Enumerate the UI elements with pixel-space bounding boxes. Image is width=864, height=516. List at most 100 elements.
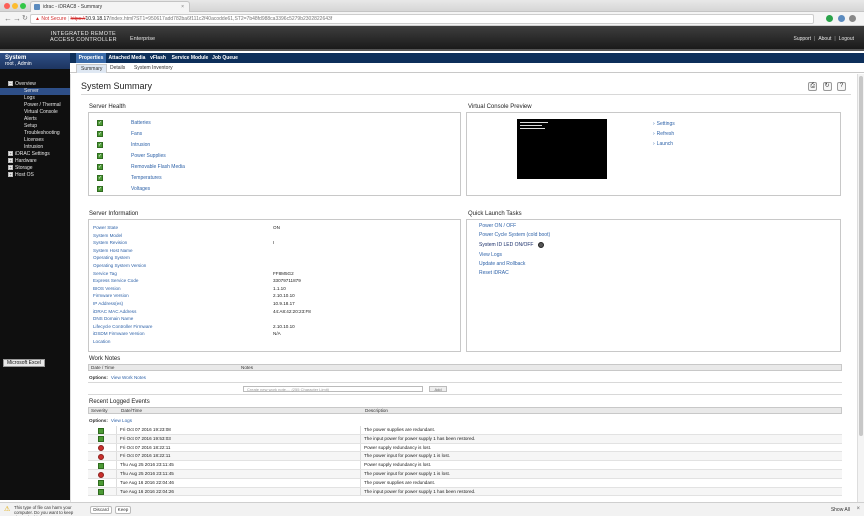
reload-icon[interactable]: ↻ — [22, 14, 28, 24]
forward-icon[interactable]: → — [13, 14, 21, 24]
power-cycle-link[interactable]: Power Cycle System (cold boot) — [479, 231, 550, 239]
event-datetime: Fri Oct 07 2016 19:23:08 — [120, 427, 171, 432]
column-header-description[interactable]: Description — [365, 408, 388, 414]
event-datetime: Tue Aug 16 2016 22:04:26 — [120, 488, 174, 494]
minimize-window-button[interactable] — [12, 3, 18, 9]
info-row-service-tag: Service Tag FF8M5G2 — [93, 270, 294, 276]
vc-refresh-link[interactable]: › Refresh — [653, 130, 674, 138]
expand-icon[interactable]: + — [8, 165, 13, 171]
subtab-details[interactable]: Details — [110, 64, 125, 73]
keep-button[interactable]: Keep — [115, 506, 131, 514]
tab-job-queue[interactable]: Job Queue — [211, 53, 239, 63]
virtual-console-title: Virtual Console Preview — [468, 104, 532, 110]
profile-icon[interactable] — [849, 15, 856, 22]
work-note-input[interactable]: Create new work note.... (255 Character … — [243, 386, 423, 392]
sidebar-item-setup[interactable]: Setup — [0, 123, 70, 130]
column-header-severity[interactable]: Severity — [91, 408, 108, 414]
power-on-off-link[interactable]: Power ON / OFF — [479, 222, 516, 230]
arrow-right-icon: › — [653, 131, 655, 137]
event-datetime: Fri Oct 07 2016 18:22:11 — [120, 453, 171, 459]
sidebar-item-licenses[interactable]: Licenses — [0, 137, 70, 144]
logout-link[interactable]: Logout — [839, 36, 854, 42]
expand-icon[interactable]: + — [8, 151, 13, 157]
show-all-button[interactable]: Show All — [831, 507, 850, 513]
console-preview-image[interactable] — [517, 119, 607, 179]
expand-icon[interactable]: + — [8, 158, 13, 164]
reset-idrac-link[interactable]: Reset iDRAC — [479, 269, 509, 277]
sidebar-item-logs[interactable]: Logs — [0, 95, 70, 102]
health-link-batteries[interactable]: Batteries — [131, 119, 151, 127]
sidebar-item-alerts[interactable]: Alerts — [0, 116, 70, 123]
column-header-datetime[interactable]: Date / Time — [91, 365, 115, 371]
sidebar-item-virtual-console[interactable]: Virtual Console — [0, 109, 70, 116]
refresh-icon[interactable]: ↻ — [822, 82, 832, 91]
health-link-fans[interactable]: Fans — [131, 130, 142, 138]
url-path: /index.html?ST1=950617add782ba6f111c2f40… — [109, 16, 333, 22]
sidebar-item-storage[interactable]: + Storage — [0, 165, 70, 172]
column-header-datetime[interactable]: Date/Time — [121, 408, 142, 414]
table-row[interactable]: Thu Aug 25 2016 23:11:45 The power input … — [88, 470, 842, 479]
system-id-led-link[interactable]: System ID LED ON/OFF — [479, 241, 545, 249]
discard-button[interactable]: Discard — [90, 506, 112, 514]
sidebar-item-intrusion[interactable]: Intrusion — [0, 144, 70, 151]
extension-icon[interactable] — [826, 15, 834, 22]
collapse-icon[interactable]: − — [8, 81, 13, 87]
subtab-system-inventory[interactable]: System Inventory — [134, 64, 173, 73]
table-row[interactable]: Fri Oct 07 2016 18:22:11 Power supply red… — [88, 443, 842, 453]
view-work-notes-link[interactable]: View Work Notes — [111, 375, 146, 380]
health-link-voltages[interactable]: Voltages — [131, 185, 150, 193]
expand-icon[interactable]: + — [8, 172, 13, 178]
arrow-right-icon: › — [653, 141, 655, 147]
help-icon[interactable]: ? — [837, 82, 846, 91]
table-row[interactable]: Tue Aug 16 2016 22:04:26 The input power … — [88, 487, 842, 497]
table-row[interactable]: Fri Oct 07 2016 19:23:08 The power suppli… — [88, 426, 842, 435]
support-link[interactable]: Support — [793, 36, 811, 42]
event-description: Power supply redundancy is lost. — [364, 444, 432, 450]
tab-service-module[interactable]: Service Module — [171, 53, 209, 63]
sidebar-item-power-thermal[interactable]: Power / Thermal — [0, 102, 70, 109]
vertical-scrollbar[interactable] — [857, 74, 864, 502]
sidebar-item-idrac-settings[interactable]: + iDRAC Settings — [0, 151, 70, 158]
table-row[interactable]: Fri Oct 07 2016 18:22:11 The power input … — [88, 452, 842, 462]
tab-vflash[interactable]: vFlash — [148, 53, 168, 63]
view-logs-link[interactable]: View Logs — [479, 251, 502, 259]
health-link-intrusion[interactable]: Intrusion — [131, 141, 150, 149]
vc-launch-link[interactable]: › Launch — [653, 140, 673, 148]
close-icon[interactable]: × — [856, 506, 860, 512]
tab-attached-media[interactable]: Attached Media — [108, 53, 146, 63]
status-ok-icon: ✓ — [97, 163, 103, 170]
not-secure-label[interactable]: Not Secure — [41, 16, 66, 22]
print-icon[interactable]: ⎙ — [808, 82, 818, 91]
vc-settings-link[interactable]: › Settings — [653, 120, 675, 128]
back-icon[interactable]: ← — [4, 14, 12, 24]
table-row[interactable]: Fri Oct 07 2016 19:53:03 The input power … — [88, 434, 842, 444]
sidebar-item-host-os[interactable]: + Host OS — [0, 172, 70, 179]
event-description: The input power for power supply 1 has b… — [364, 488, 476, 494]
status-ok-icon: ✓ — [97, 119, 103, 126]
sidebar-item-troubleshooting[interactable]: Troubleshooting — [0, 130, 70, 137]
browser-tab[interactable]: idrac - iDRAC8 - Summary × — [30, 1, 190, 12]
close-window-button[interactable] — [4, 3, 10, 9]
maximize-window-button[interactable] — [20, 3, 26, 9]
tab-properties[interactable]: Properties — [76, 53, 106, 63]
subtab-summary[interactable]: Summary — [76, 64, 108, 73]
tab-close-icon[interactable]: × — [181, 2, 184, 12]
sidebar-item-hardware[interactable]: + Hardware — [0, 158, 70, 165]
about-link[interactable]: About — [818, 36, 831, 42]
extension-icon[interactable] — [837, 15, 845, 22]
health-link-power-supplies[interactable]: Power Supplies — [131, 152, 166, 160]
add-note-button[interactable]: Add — [429, 386, 447, 392]
table-row[interactable]: Thu Aug 25 2016 23:11:45 Power supply red… — [88, 461, 842, 470]
table-row[interactable]: Tue Aug 16 2016 22:04:46 The power suppli… — [88, 478, 842, 488]
update-rollback-link[interactable]: Update and Rollback — [479, 260, 525, 268]
address-bar[interactable]: ▲ Not Secure | https://10.9.18.17/index.… — [30, 14, 814, 24]
health-link-removable-flash-media[interactable]: Removable Flash Media — [131, 163, 185, 171]
health-link-temperatures[interactable]: Temperatures — [131, 174, 162, 182]
view-logs-link[interactable]: View Logs — [111, 418, 132, 423]
sidebar-item-server[interactable]: Server — [0, 88, 70, 95]
server-health-title: Server Health — [89, 104, 126, 110]
info-row-os-version: Operating System Version — [93, 263, 147, 268]
column-header-notes[interactable]: Notes — [241, 365, 253, 371]
sidebar-item-overview[interactable]: − Overview — [0, 81, 70, 88]
scrollbar-thumb[interactable] — [859, 76, 863, 436]
